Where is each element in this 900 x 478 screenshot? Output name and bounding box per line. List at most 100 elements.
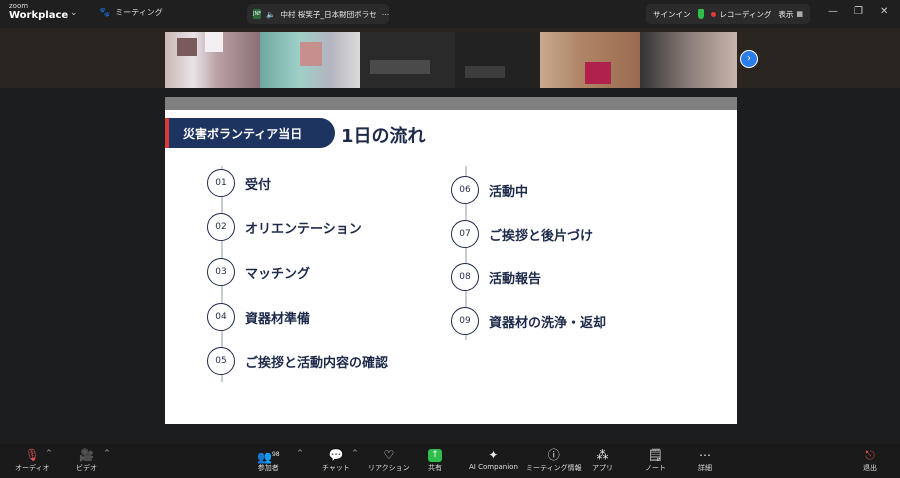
meeting-tab-label: ミーティング [115, 8, 163, 17]
step-label: 受付 [245, 177, 272, 193]
chat-caret-icon[interactable]: ^ [352, 449, 358, 457]
step-label: 資器材の洗浄・返却 [489, 315, 607, 331]
chat-button[interactable]: 💬 チャット [322, 447, 350, 473]
apps-label: アプリ [592, 464, 613, 472]
title-bar: zoom Workplace ⌄ 🐾 ミーティング JNF 🔈 中村 桜笑子_日… [0, 0, 900, 28]
step-number: 04 [207, 303, 235, 331]
more-label: 詳細 [698, 464, 712, 472]
step-number: 06 [451, 176, 479, 204]
chat-icon: 💬 [328, 448, 344, 462]
participants-icon: 👥98 [257, 450, 280, 464]
minimize-icon[interactable]: — [828, 6, 838, 17]
encryption-shield-icon[interactable] [697, 9, 705, 19]
leave-label: 退出 [863, 464, 877, 472]
slide-header-badge: 災害ボランティア当日 [165, 118, 335, 148]
video-button[interactable]: 🎥 ビデオ [76, 447, 97, 473]
share-stage: 災害ボランティア当日 1日の流れ 01 受付 02 オリエンテーション 03 マ… [0, 88, 900, 444]
share-label: 共有 [428, 464, 442, 472]
gallery-next-button[interactable]: › [740, 50, 758, 68]
sparkle-icon: ✦ [488, 448, 499, 462]
speaker-name: 中村 桜笑子_日本財団ボラセ [280, 9, 377, 19]
apps-button[interactable]: ⁂ アプリ [592, 447, 613, 473]
notes-icon: 🗒 [647, 448, 664, 462]
step-04: 04 資器材準備 [207, 303, 310, 331]
recording-dot-icon [711, 11, 717, 17]
audio-button[interactable]: 🎙 オーディオ [15, 447, 50, 473]
audio-label: オーディオ [15, 464, 50, 472]
share-arrow-icon: ↑ [428, 449, 442, 462]
participant-gallery [0, 28, 900, 88]
slide-top-bar [165, 97, 737, 110]
more-button[interactable]: ⋯ 詳細 [698, 447, 712, 473]
step-number: 07 [451, 220, 479, 248]
top-right-controls: サインイン レコーディング 表示 ▦ [646, 4, 810, 24]
brand-main: Workplace [9, 10, 69, 21]
brand-small: zoom [9, 2, 29, 10]
apps-icon: ⁂ [596, 448, 609, 462]
meeting-info-label: ミーティング情報 [526, 464, 582, 472]
step-label: 資器材準備 [245, 311, 311, 327]
step-07: 07 ご挨拶と後片づけ [451, 220, 593, 248]
notes-button[interactable]: 🗒 ノート [645, 447, 666, 473]
view-button[interactable]: 表示 ▦ [778, 9, 803, 20]
step-number: 02 [207, 213, 235, 241]
mic-muted-icon: 🎙 [24, 448, 40, 462]
slide-title: 1日の流れ [341, 126, 426, 147]
more-icon[interactable]: ⋯ [382, 10, 389, 19]
step-06: 06 活動中 [451, 176, 528, 204]
video-off-icon: 🎥 [79, 448, 94, 462]
reactions-button[interactable]: ♡ リアクション [368, 447, 410, 473]
notes-label: ノート [645, 464, 666, 472]
participants-count: 98 [271, 451, 280, 458]
step-label: オリエンテーション [245, 221, 362, 237]
share-button[interactable]: ↑ 共有 [428, 447, 442, 473]
meeting-tab[interactable]: 🐾 ミーティング [99, 7, 163, 18]
heart-icon: ♡ [383, 448, 395, 462]
speaker-badge: JNF [253, 9, 262, 19]
step-number: 03 [207, 258, 235, 286]
chevron-down-icon[interactable]: ⌄ [70, 8, 78, 18]
step-number: 01 [207, 169, 235, 197]
more-dots-icon: ⋯ [699, 448, 711, 462]
video-caret-icon[interactable]: ^ [104, 449, 110, 457]
gallery-strip[interactable] [165, 32, 737, 88]
ai-companion-button[interactable]: ✦ AI Companion [469, 447, 518, 471]
zoom-logo[interactable]: zoom Workplace [9, 3, 68, 21]
step-number: 09 [451, 307, 479, 335]
info-icon: ⓘ [547, 448, 560, 462]
ai-companion-label: AI Companion [469, 463, 518, 471]
step-number: 08 [451, 263, 479, 291]
step-number: 05 [207, 347, 235, 375]
signin-button[interactable]: サインイン [653, 9, 691, 20]
video-label: ビデオ [76, 464, 97, 472]
participants-caret-icon[interactable]: ^ [297, 449, 303, 457]
step-08: 08 活動報告 [451, 263, 541, 291]
step-label: ご挨拶と後片づけ [489, 228, 594, 244]
step-label: 活動中 [489, 184, 529, 200]
grid-icon: ▦ [796, 10, 803, 18]
chat-label: チャット [322, 464, 350, 472]
meeting-info-button[interactable]: ⓘ ミーティング情報 [526, 447, 582, 473]
shared-slide: 災害ボランティア当日 1日の流れ 01 受付 02 オリエンテーション 03 マ… [165, 110, 737, 424]
leave-button[interactable]: ⎋ 退出 [863, 447, 877, 473]
participants-button[interactable]: 👥98 参加者 [257, 447, 280, 473]
step-01: 01 受付 [207, 169, 271, 197]
restore-icon[interactable]: ❐ [854, 6, 863, 17]
view-label: 表示 [778, 9, 794, 19]
chevron-right-icon: › [747, 53, 751, 64]
audio-caret-icon[interactable]: ^ [46, 449, 52, 457]
step-09: 09 資器材の洗浄・返却 [451, 307, 606, 335]
active-speaker-pill[interactable]: JNF 🔈 中村 桜笑子_日本財団ボラセ ⋯ [247, 4, 389, 24]
step-label: マッチング [245, 266, 311, 282]
close-icon[interactable]: ✕ [880, 6, 888, 17]
step-05: 05 ご挨拶と活動内容の確認 [207, 347, 388, 375]
leave-door-icon: ⎋ [865, 448, 875, 462]
meeting-toolbar: 🎙 オーディオ ^ 🎥 ビデオ ^ 👥98 参加者 ^ 💬 チャット ^ ♡ リ… [0, 444, 900, 478]
step-label: 活動報告 [489, 271, 542, 287]
step-label: ご挨拶と活動内容の確認 [245, 355, 389, 371]
step-02: 02 オリエンテーション [207, 213, 362, 241]
step-03: 03 マッチング [207, 258, 310, 286]
reactions-label: リアクション [368, 464, 410, 472]
recording-indicator[interactable]: レコーディング [711, 9, 771, 20]
paw-icon: 🐾 [99, 7, 111, 18]
